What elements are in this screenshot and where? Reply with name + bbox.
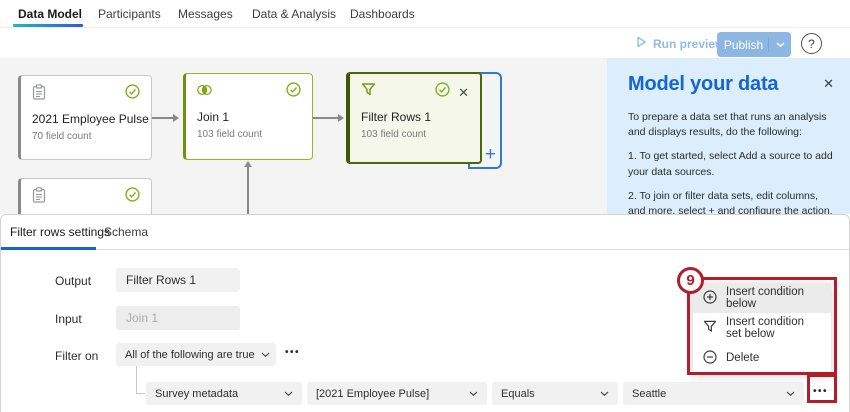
plus-icon[interactable]: +	[485, 144, 496, 166]
filter-logic-dropdown[interactable]: All of the following are true	[116, 343, 276, 366]
publish-button[interactable]: Publish	[717, 32, 791, 57]
condition-source-value: [2021 Employee Pulse]	[316, 388, 429, 400]
menu-item-label: Delete	[726, 352, 759, 364]
output-label: Output	[55, 274, 91, 288]
edge-join-to-filter	[313, 117, 338, 119]
run-preview-button[interactable]: Run preview	[636, 36, 724, 51]
arrowhead-up-icon	[244, 161, 252, 167]
run-preview-label: Run preview	[653, 37, 724, 51]
check-circle-icon	[125, 84, 140, 104]
node-field-count: 103 field count	[361, 129, 469, 140]
filter-settings-panel: Filter rows settings Schema Output Input…	[0, 214, 850, 412]
filter-icon	[361, 83, 376, 101]
nav-tab-data-model[interactable]: Data Model	[18, 7, 82, 21]
input-label: Input	[55, 312, 82, 326]
chevron-down-icon	[786, 388, 795, 400]
output-field[interactable]	[116, 268, 240, 292]
condition-source-dropdown[interactable]: [2021 Employee Pulse]	[307, 382, 487, 405]
chevron-down-icon	[600, 388, 609, 400]
nav-tab-participants[interactable]: Participants	[98, 7, 161, 21]
help-paragraph: 2. To join or filter data sets, edit col…	[628, 189, 838, 214]
arrowhead-right-icon	[338, 114, 344, 122]
help-button[interactable]: ?	[801, 33, 822, 54]
tab-filter-rows-settings[interactable]: Filter rows settings	[10, 225, 110, 239]
publish-label: Publish	[717, 38, 768, 52]
toolbar: Run preview Publish ?	[0, 28, 850, 58]
condition-connector	[136, 366, 137, 393]
chevron-down-icon	[284, 388, 293, 400]
check-circle-icon	[125, 187, 140, 207]
active-tab-indicator	[1, 247, 96, 250]
help-paragraph: 1. To get started, select Add a source t…	[628, 149, 838, 179]
menu-item-label: Insert condition set below	[726, 316, 821, 340]
condition-value-value: Seattle	[632, 388, 666, 400]
close-icon[interactable]: ✕	[823, 76, 834, 92]
help-paragraph: To prepare a data set that runs an analy…	[628, 110, 838, 140]
menu-item-label: Insert condition below	[726, 286, 821, 310]
circle-plus-icon	[703, 290, 717, 307]
node-title: 2021 Employee Pulse	[32, 112, 140, 126]
condition-field-dropdown[interactable]: Survey metadata	[146, 382, 302, 405]
node-field-count: 70 field count	[32, 131, 140, 142]
filter-logic-value: All of the following are true	[125, 349, 255, 361]
menu-item-delete[interactable]: Delete	[693, 343, 831, 373]
funnel-icon	[703, 320, 717, 336]
condition-operator-value: Equals	[501, 388, 535, 400]
nav-tab-dashboards[interactable]: Dashboards	[350, 7, 415, 21]
annotation-step-badge: 9	[677, 267, 704, 294]
menu-item-insert-condition-set-below[interactable]: Insert condition set below	[693, 313, 831, 343]
node-title: Join 1	[197, 110, 301, 124]
clipboard-icon	[32, 187, 46, 208]
menu-item-insert-condition-below[interactable]: Insert condition below	[693, 283, 831, 313]
help-panel-title: Model your data	[628, 73, 778, 96]
settings-tabs: Filter rows settings Schema	[1, 215, 849, 250]
help-panel: Model your data ✕ To prepare a data set …	[607, 58, 850, 214]
clipboard-icon	[32, 84, 46, 105]
join-icon	[197, 83, 212, 101]
check-circle-icon	[286, 82, 301, 102]
node-2021-employee-pulse[interactable]: 2021 Employee Pulse 70 field count	[18, 75, 152, 160]
tab-schema[interactable]: Schema	[104, 225, 148, 239]
nav-tab-data-analysis[interactable]: Data & Analysis	[252, 7, 336, 21]
condition-field-value: Survey metadata	[155, 388, 238, 400]
node-field-count: 103 field count	[197, 129, 301, 140]
filter-logic-overflow-button[interactable]: •••	[285, 347, 300, 358]
edge-source1-to-join	[152, 117, 173, 119]
top-nav: Data Model Participants Messages Data & …	[0, 0, 850, 28]
close-icon[interactable]: ✕	[458, 86, 469, 99]
chevron-down-icon	[261, 349, 270, 361]
condition-value-dropdown[interactable]: Seattle	[623, 382, 804, 405]
filter-on-label: Filter on	[55, 349, 98, 363]
nav-tab-messages[interactable]: Messages	[178, 7, 233, 21]
chevron-down-icon[interactable]	[769, 42, 791, 48]
check-circle-icon	[435, 82, 450, 102]
node-title: Filter Rows 1	[361, 110, 469, 124]
active-tab-indicator	[13, 24, 83, 27]
condition-connector	[136, 393, 145, 394]
edge-source2-to-join	[247, 167, 249, 214]
input-field	[116, 306, 240, 330]
model-canvas: 2021 Employee Pulse 70 field count Join …	[0, 58, 850, 214]
node-2019-engagement[interactable]: 2019 Engagement	[18, 178, 152, 214]
condition-operator-dropdown[interactable]: Equals	[492, 382, 618, 405]
help-label: ?	[808, 37, 815, 51]
node-join-1[interactable]: Join 1 103 field count	[183, 73, 313, 160]
circle-minus-icon	[703, 350, 717, 367]
play-icon	[636, 36, 647, 51]
condition-context-menu: Insert condition below Insert condition …	[693, 283, 831, 373]
condition-overflow-button[interactable]: •••	[813, 386, 828, 397]
arrowhead-right-icon	[173, 114, 179, 122]
node-filter-rows-1[interactable]: ✕ Filter Rows 1 103 field count	[346, 72, 482, 164]
chevron-down-icon	[469, 388, 478, 400]
